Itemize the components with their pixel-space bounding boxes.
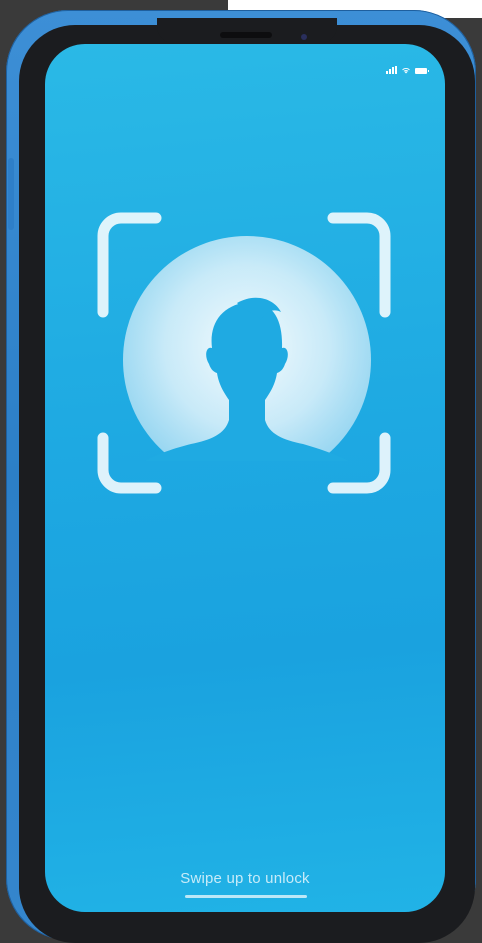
- face-id-scan-icon: [97, 212, 391, 494]
- corner-bottom-right: [327, 432, 391, 494]
- home-indicator[interactable]: [185, 895, 307, 898]
- swipe-up-hint: Swipe up to unlock: [180, 870, 310, 887]
- lock-screen[interactable]: Swipe up to unlock: [45, 44, 445, 912]
- corner-bottom-left: [97, 432, 162, 494]
- front-camera: [301, 34, 307, 40]
- side-button[interactable]: [8, 158, 14, 230]
- battery-icon: [415, 68, 429, 74]
- cellular-signal-icon: [386, 66, 397, 74]
- status-bar: [386, 66, 429, 74]
- wifi-icon: [402, 67, 410, 74]
- speaker: [220, 32, 272, 38]
- notch: [157, 18, 337, 44]
